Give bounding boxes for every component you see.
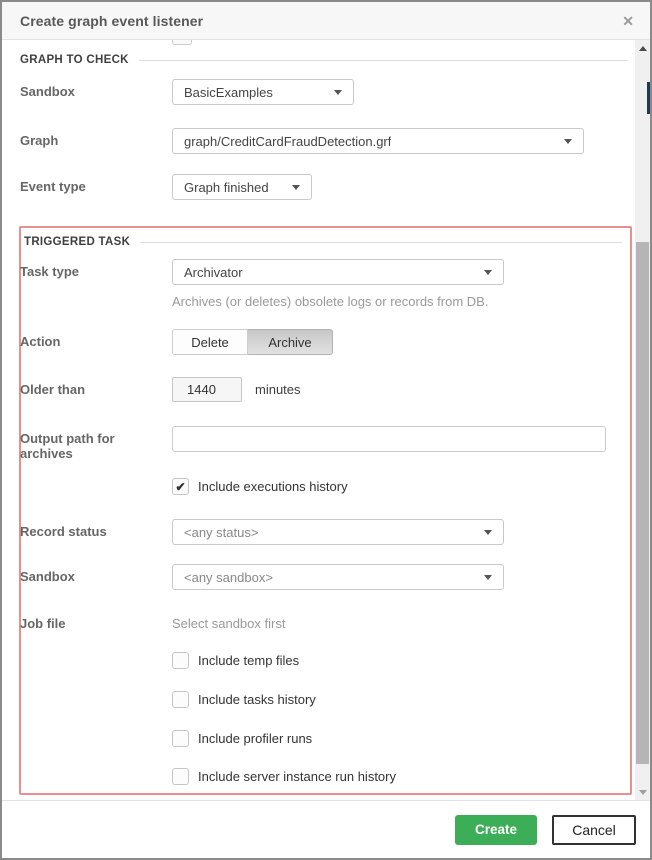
- checkbox-label: Include temp files: [198, 653, 299, 668]
- task-type-select-value: Archivator: [184, 265, 243, 280]
- clipped-checkbox-fragment: [172, 40, 192, 45]
- chevron-down-icon: [484, 270, 492, 275]
- task-type-select[interactable]: Archivator: [172, 259, 504, 285]
- dialog-title: Create graph event listener: [20, 13, 203, 29]
- include-server-instance-run-history-checkbox[interactable]: [172, 768, 189, 785]
- scroll-up-button[interactable]: [635, 40, 650, 56]
- include-temp-files-row: Include temp files: [172, 652, 299, 669]
- triggered-task-outline: [19, 226, 632, 795]
- scrollbar-thumb[interactable]: [636, 242, 649, 764]
- record-status-select[interactable]: <any status>: [172, 519, 504, 545]
- section-triggered-task: TRIGGERED TASK: [24, 236, 622, 248]
- section-title: GRAPH TO CHECK: [20, 54, 129, 66]
- task-sandbox-select-value: <any sandbox>: [184, 570, 273, 585]
- field-row-task-sandbox: Sandbox <any sandbox>: [20, 564, 632, 590]
- field-row-event-type: Event type Graph finished: [20, 174, 632, 200]
- action-toggle-group: Delete Archive: [172, 329, 333, 355]
- dialog-body: GRAPH TO CHECK Sandbox BasicExamples Gra…: [2, 40, 650, 800]
- scroll-down-button[interactable]: [635, 784, 650, 800]
- chevron-down-icon: [334, 90, 342, 95]
- event-type-label: Event type: [20, 174, 172, 194]
- graph-select[interactable]: graph/CreditCardFraudDetection.grf: [172, 128, 584, 154]
- output-path-input[interactable]: [172, 426, 606, 452]
- checkbox-label: Include executions history: [198, 479, 348, 494]
- include-tasks-history-row: Include tasks history: [172, 691, 316, 708]
- graph-label: Graph: [20, 128, 172, 148]
- include-temp-files-checkbox[interactable]: [172, 652, 189, 669]
- chevron-down-icon: [564, 139, 572, 144]
- dialog-footer: Create Cancel: [2, 800, 650, 858]
- older-than-input[interactable]: [172, 377, 242, 402]
- delete-option-button[interactable]: Delete: [172, 329, 248, 355]
- include-tasks-history-checkbox[interactable]: [172, 691, 189, 708]
- create-button[interactable]: Create: [455, 815, 537, 845]
- cancel-button[interactable]: Cancel: [552, 815, 636, 845]
- section-graph-to-check: GRAPH TO CHECK: [20, 54, 628, 66]
- background-page-fragment: [647, 82, 650, 114]
- record-status-label: Record status: [20, 519, 172, 539]
- event-type-select-value: Graph finished: [184, 180, 269, 195]
- output-path-label: Output path for archives: [20, 426, 172, 461]
- sandbox-select-value: BasicExamples: [184, 85, 273, 100]
- older-than-label: Older than: [20, 377, 172, 397]
- field-row-sandbox: Sandbox BasicExamples: [20, 79, 632, 105]
- field-row-job-file: Job file Select sandbox first: [20, 611, 632, 631]
- field-row-older-than: Older than minutes: [20, 377, 632, 402]
- older-than-unit: minutes: [242, 377, 301, 397]
- chevron-down-icon: [292, 185, 300, 190]
- triangle-up-icon: [639, 46, 647, 51]
- sandbox-label: Sandbox: [20, 79, 172, 99]
- include-profiler-runs-checkbox[interactable]: [172, 730, 189, 747]
- graph-select-value: graph/CreditCardFraudDetection.grf: [184, 134, 391, 149]
- field-row-action: Action Delete Archive: [20, 329, 632, 355]
- field-row-graph: Graph graph/CreditCardFraudDetection.grf: [20, 128, 632, 154]
- field-row-task-type: Task type Archivator: [20, 259, 632, 285]
- include-executions-history-row: Include executions history: [172, 478, 348, 495]
- include-executions-history-checkbox[interactable]: [172, 478, 189, 495]
- job-file-hint: Select sandbox first: [172, 611, 285, 631]
- task-sandbox-select[interactable]: <any sandbox>: [172, 564, 504, 590]
- section-divider: [139, 60, 628, 61]
- vertical-scrollbar[interactable]: [635, 40, 650, 800]
- archive-option-button[interactable]: Archive: [248, 329, 333, 355]
- chevron-down-icon: [484, 530, 492, 535]
- task-type-help-text: Archives (or deletes) obsolete logs or r…: [172, 294, 488, 309]
- include-profiler-runs-row: Include profiler runs: [172, 730, 312, 747]
- field-row-record-status: Record status <any status>: [20, 519, 632, 545]
- action-label: Action: [20, 329, 172, 349]
- chevron-down-icon: [484, 575, 492, 580]
- triangle-down-icon: [639, 790, 647, 795]
- checkbox-label: Include profiler runs: [198, 731, 312, 746]
- sandbox-select[interactable]: BasicExamples: [172, 79, 354, 105]
- task-sandbox-label: Sandbox: [20, 564, 172, 584]
- create-graph-event-listener-dialog: Create graph event listener ✕ GRAPH TO C…: [0, 0, 652, 860]
- close-icon[interactable]: ✕: [622, 14, 634, 28]
- record-status-select-value: <any status>: [184, 525, 258, 540]
- section-divider: [140, 242, 622, 243]
- checkbox-label: Include tasks history: [198, 692, 316, 707]
- field-row-output-path: Output path for archives: [20, 426, 632, 461]
- include-server-instance-run-history-row: Include server instance run history: [172, 768, 396, 785]
- section-title: TRIGGERED TASK: [24, 236, 130, 248]
- job-file-label: Job file: [20, 611, 172, 631]
- task-type-label: Task type: [20, 259, 172, 279]
- checkbox-label: Include server instance run history: [198, 769, 396, 784]
- dialog-header: Create graph event listener ✕: [2, 2, 650, 40]
- event-type-select[interactable]: Graph finished: [172, 174, 312, 200]
